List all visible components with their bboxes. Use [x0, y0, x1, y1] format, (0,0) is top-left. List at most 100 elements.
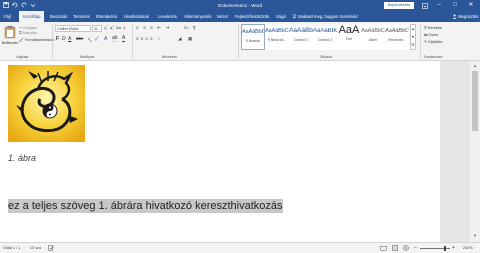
sort-button[interactable]: A↓ — [184, 25, 189, 30]
cut-button[interactable]: ✂ Kivágás — [19, 25, 37, 30]
figure-caption[interactable]: 1. ábra — [8, 153, 36, 163]
scroll-down-arrow[interactable]: ▼ — [473, 233, 477, 238]
dragon-yin-yang-picture — [8, 65, 85, 142]
find-button[interactable]: ⚲ Keresés — [424, 25, 442, 30]
strikethrough-button[interactable]: abc — [76, 36, 83, 41]
tab-design[interactable]: Tervezés — [73, 11, 90, 22]
style-preview: AaÁáBb — [289, 27, 313, 34]
paste-label: Beillesztés — [2, 41, 19, 45]
replace-button[interactable]: ⇆ Csere — [424, 32, 438, 37]
scrollbar-thumb[interactable] — [472, 71, 478, 131]
font-size-select[interactable]: 11 — [92, 25, 102, 32]
tab-layout[interactable]: Elrendezés — [96, 11, 117, 22]
superscript-button[interactable]: x2 — [95, 36, 98, 41]
share-button[interactable]: Megosztás — [452, 11, 478, 22]
zoom-slider-handle[interactable] — [444, 246, 446, 251]
tab-mailings[interactable]: Levelezés — [158, 11, 177, 22]
lightbulb-icon — [292, 14, 297, 19]
highlight-color-button[interactable]: ab — [112, 36, 118, 42]
style-normal[interactable]: AaÁáBbCc ¶ Normál — [241, 24, 265, 50]
divider — [132, 24, 133, 59]
format-painter-button[interactable]: 🖌 Formátummásoló — [19, 37, 54, 42]
vertical-scrollbar[interactable]: ▲ ▼ — [470, 61, 480, 242]
styles-gallery-scroll[interactable]: ▲ ▼ ☰ — [410, 24, 416, 50]
font-color-button[interactable]: A — [122, 36, 126, 42]
style-name: Alcím — [368, 38, 378, 42]
divider — [238, 24, 239, 59]
select-label: Kijelölés — [428, 40, 443, 44]
grow-font-button[interactable]: A^ — [104, 25, 108, 30]
print-layout-icon[interactable] — [392, 245, 398, 252]
read-mode-icon[interactable] — [380, 245, 387, 252]
style-name: Címsor 2 — [318, 38, 332, 42]
sign-in-button[interactable]: Bejelentkezés — [384, 2, 414, 9]
close-button[interactable]: ✕ — [464, 0, 478, 11]
zoom-level[interactable]: 240% — [463, 246, 473, 250]
cut-label: Kivágás — [23, 26, 37, 30]
shading-button[interactable]: ◢ — [178, 36, 181, 42]
tab-home[interactable]: Kezdőlap — [19, 11, 45, 22]
borders-button[interactable]: ▦ — [188, 36, 192, 42]
font-group-label: Betűtípus — [80, 55, 95, 59]
tell-me-search[interactable]: Mukasd meg, hogyan szeretnéd — [292, 11, 358, 22]
scroll-up-arrow[interactable]: ▲ — [473, 63, 477, 68]
style-preview: AaÁáBbCc — [242, 29, 264, 35]
style-subtitle[interactable]: AaÁáBbC Alcím — [361, 24, 385, 50]
list-buttons[interactable]: ≡ ≡ ≡ ⇤ ⇥ — [136, 25, 171, 31]
style-subtle-emphasis[interactable]: AaÁáBbC Finom kie... — [385, 24, 409, 50]
style-name: ¶ Normál — [246, 39, 260, 43]
style-name: Finom kie... — [388, 38, 406, 42]
tab-review[interactable]: Véleményezés — [184, 11, 211, 22]
page-count[interactable]: Oldal 1 / 1 — [3, 246, 20, 250]
style-heading-1[interactable]: AaÁáBb Címsor 1 — [289, 24, 313, 50]
cursor-icon: ↖ — [424, 40, 428, 44]
minimize-button[interactable]: – — [432, 0, 446, 11]
style-no-spacing[interactable]: AaÁáBbCc ¶ Nincs tá... — [265, 24, 289, 50]
bold-button[interactable]: F — [56, 36, 59, 42]
change-case-button[interactable]: Aa — [116, 25, 121, 30]
word-count[interactable]: 10 szó — [30, 246, 41, 250]
shrink-font-button[interactable]: Av — [110, 25, 114, 30]
tab-view[interactable]: Nézet — [217, 11, 228, 22]
align-buttons[interactable]: ≡≡≡≡ ↕ — [136, 36, 162, 41]
text-effects-button[interactable]: A — [104, 36, 107, 42]
style-heading-2[interactable]: AaÁáBbC Címsor 2 — [313, 24, 337, 50]
maximize-button[interactable]: □ — [448, 0, 462, 11]
ribbon-display-options-icon[interactable] — [418, 0, 432, 11]
tab-developer[interactable]: Fejlesztőeszközök — [235, 11, 269, 22]
tab-references[interactable]: Hivatkozások — [124, 11, 149, 22]
show-formatting-button[interactable]: ¶ — [193, 25, 195, 30]
web-layout-icon[interactable] — [403, 245, 409, 252]
divider — [420, 24, 421, 59]
copy-button[interactable]: ⧉ Másolás — [19, 31, 37, 35]
paste-button[interactable] — [4, 25, 16, 40]
style-name: Címsor 1 — [294, 38, 308, 42]
tab-help[interactable]: Súgó — [276, 11, 286, 22]
ribbon-home: Beillesztés ✂ Kivágás ⧉ Másolás 🖌 Formát… — [0, 22, 480, 61]
paintbrush-icon: 🖌 — [19, 38, 24, 42]
style-preview: AaÁáBbC — [313, 28, 337, 34]
title-bar: Dokumentum1 - Word Bejelentkezés – □ ✕ — [0, 0, 480, 11]
tab-insert[interactable]: Beszúrás — [50, 11, 67, 22]
proofing-icon[interactable] — [48, 245, 54, 252]
underline-button[interactable]: A — [68, 36, 71, 42]
zoom-out-button[interactable]: – — [414, 245, 417, 251]
style-title[interactable]: AaA Cím — [337, 24, 361, 50]
font-family-select[interactable]: Calibri (Szöv — [55, 25, 91, 32]
clipboard-group-label: Vágólap — [16, 55, 29, 59]
replace-label: Csere — [428, 33, 439, 37]
clear-formatting-button[interactable]: A — [123, 25, 126, 30]
subscript-button[interactable]: x2 — [88, 36, 91, 43]
italic-button[interactable]: D — [62, 36, 66, 42]
divider — [52, 24, 53, 59]
cross-reference-text[interactable]: ez a teljes szöveg 1. ábrára hivatkozó k… — [8, 199, 283, 213]
share-label: Megosztás — [458, 14, 479, 19]
tab-file[interactable]: Fájl — [4, 11, 11, 22]
dragon-image[interactable] — [8, 65, 85, 142]
scissors-icon: ✂ — [19, 26, 23, 30]
style-preview: AaÁáBbC — [385, 28, 409, 34]
paragraph-group-label: Bekezdés — [162, 55, 177, 59]
style-preview: AaÁáBbCc — [265, 28, 289, 34]
zoom-in-button[interactable]: + — [452, 245, 455, 251]
select-button[interactable]: ↖ Kijelölés — [424, 39, 442, 44]
